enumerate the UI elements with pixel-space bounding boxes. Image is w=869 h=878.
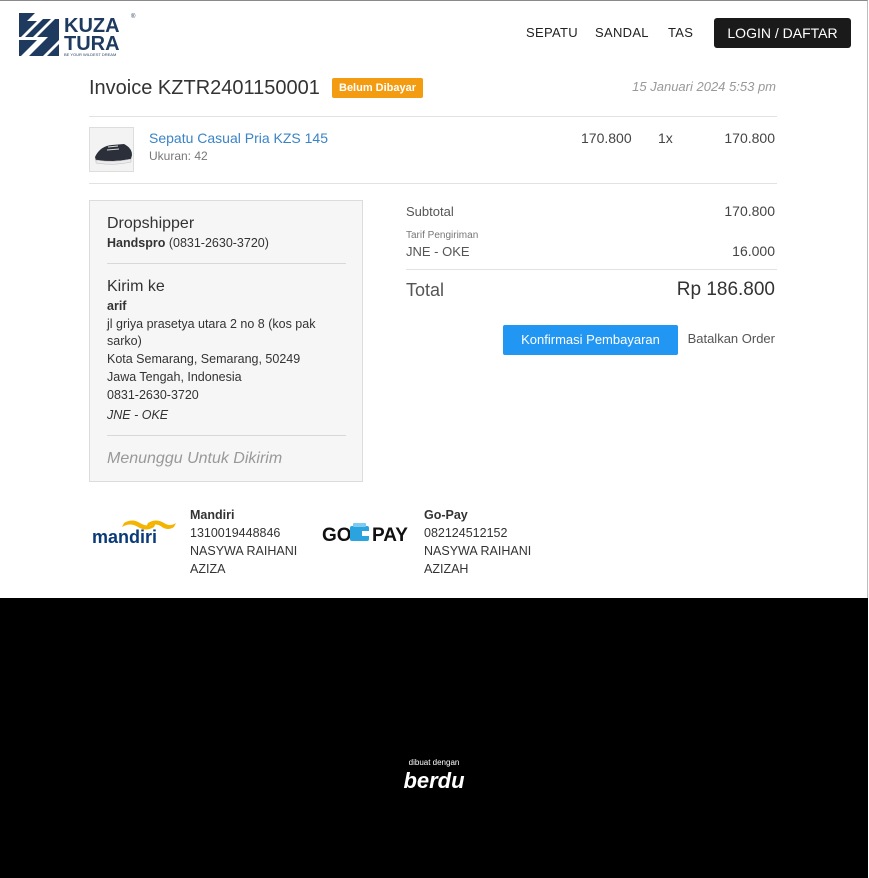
- kuzatura-logo[interactable]: KUZA TURA BE YOUR WILDEST DREAM ®: [17, 10, 139, 57]
- invoice-date: 15 Januari 2024 5:53 pm: [632, 79, 776, 94]
- dropshipper-phone: (0831-2630-3720): [168, 236, 269, 250]
- nav-sandal[interactable]: SANDAL: [595, 25, 649, 40]
- bank-name-gopay: Go-Pay: [424, 508, 468, 522]
- bank-holder-gopay-2: AZIZAH: [424, 562, 469, 576]
- footer-made-with: dibuat dengan: [408, 758, 460, 767]
- nav-tas[interactable]: TAS: [668, 25, 693, 40]
- shipping-status: Menunggu Untuk Dikirim: [107, 450, 283, 467]
- address-city: Kota Semarang, Semarang, 50249: [107, 352, 301, 366]
- shipping-service: JNE - OKE: [406, 244, 470, 259]
- nav-sepatu[interactable]: SEPATU: [526, 25, 578, 40]
- divider: [107, 263, 346, 264]
- dropshipper-info: Handspro (0831-2630-3720): [107, 234, 269, 252]
- login-button[interactable]: LOGIN / DAFTAR: [714, 18, 851, 48]
- courier-service: JNE - OKE: [107, 408, 169, 422]
- bank-account-gopay: 082124512152: [424, 526, 508, 540]
- gopay-logo-go: GO: [322, 525, 352, 545]
- total-label: Total: [406, 280, 445, 300]
- address-line1: jl griya prasetya utara 2 no 8 (kos pak: [107, 317, 316, 331]
- divider: [89, 116, 777, 117]
- berdu-logo[interactable]: berdu: [0, 768, 868, 794]
- product-line-total: 170.800: [724, 130, 775, 146]
- product-link[interactable]: Sepatu Casual Pria KZS 145: [149, 130, 328, 146]
- recipient-phone: 0831-2630-3720: [107, 388, 199, 402]
- divider: [107, 435, 346, 436]
- mandiri-info: Mandiri 1310019448846 NASYWA RAIHANI AZI…: [190, 506, 297, 578]
- confirm-payment-button[interactable]: Konfirmasi Pembayaran: [503, 325, 678, 355]
- svg-text:®: ®: [131, 13, 136, 20]
- shipping-panel: Dropshipper Handspro (0831-2630-3720) Ki…: [89, 200, 363, 482]
- product-price: 170.800: [581, 130, 632, 146]
- recipient-name: arif: [107, 299, 127, 313]
- bank-account-mandiri: 1310019448846: [190, 526, 281, 540]
- footer: dibuat dengan berdu: [0, 598, 868, 878]
- product-qty: 1x: [658, 130, 673, 146]
- cancel-order-link[interactable]: Batalkan Order: [688, 331, 775, 346]
- product-thumbnail[interactable]: [89, 127, 134, 172]
- mandiri-logo-text: mandiri: [92, 527, 157, 547]
- gopay-logo-pay: PAY: [372, 525, 408, 545]
- logo-tagline: BE YOUR WILDEST DREAM: [64, 52, 116, 57]
- shipping-fee-value: 16.000: [732, 243, 775, 259]
- shipping-fee-label: Tarif Pengiriman: [406, 230, 479, 241]
- subtotal-label: Subtotal: [406, 204, 454, 219]
- bank-name-mandiri: Mandiri: [190, 508, 235, 522]
- address-province: Jawa Tengah, Indonesia: [107, 370, 242, 384]
- page-frame: KUZA TURA BE YOUR WILDEST DREAM ® SEPATU…: [0, 0, 868, 598]
- divider: [406, 269, 777, 270]
- divider: [89, 183, 777, 184]
- bank-holder-gopay-1: NASYWA RAIHANI: [424, 544, 532, 558]
- gopay-info: Go-Pay 082124512152 NASYWA RAIHANI AZIZA…: [424, 506, 531, 578]
- address-line2: sarko): [107, 334, 142, 348]
- status-badge: Belum Dibayar: [332, 78, 424, 98]
- dropshipper-heading: Dropshipper: [107, 215, 195, 232]
- shoe-image: [90, 128, 133, 171]
- bank-holder-mandiri-1: NASYWA RAIHANI: [190, 544, 298, 558]
- invoice-title: Invoice KZTR2401150001: [89, 77, 320, 99]
- subtotal-value: 170.800: [724, 203, 775, 219]
- product-size: Ukuran: 42: [149, 149, 208, 163]
- bank-holder-mandiri-2: AZIZA: [190, 562, 226, 576]
- gopay-logo: GO PAY: [322, 523, 408, 545]
- kirim-heading: Kirim ke: [107, 278, 165, 295]
- dropshipper-name: Handspro: [107, 236, 166, 250]
- mandiri-logo: mandiri: [92, 520, 176, 547]
- total-value: Rp 186.800: [676, 279, 775, 300]
